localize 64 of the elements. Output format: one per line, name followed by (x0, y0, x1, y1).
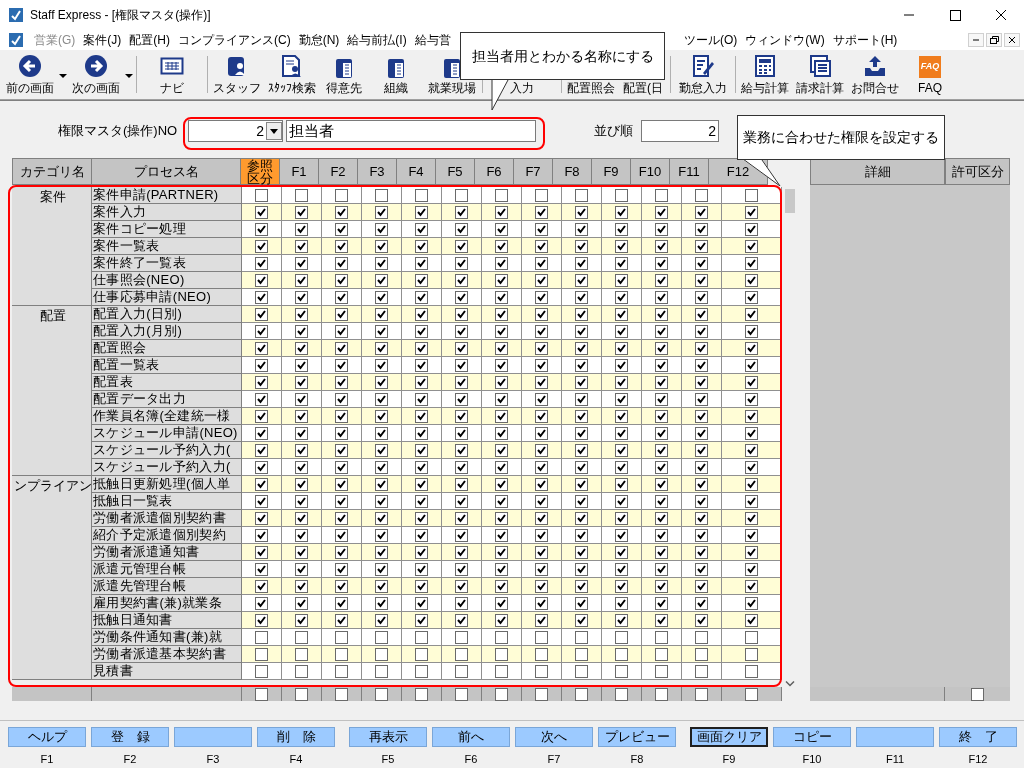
column-header: F5 (435, 158, 475, 185)
column-header: プロセス名 (91, 158, 241, 185)
key-label: F8 (630, 752, 644, 767)
column-header: F2 (318, 158, 358, 185)
table-cell: ンプライアン (12, 476, 92, 680)
table-cell: 労働者派遣通知書 (92, 544, 242, 561)
table-cell: 見積書 (92, 663, 242, 680)
column-header: 詳細 (810, 158, 945, 185)
field-label: 並び順 (594, 122, 633, 141)
table-cell: 案件終了一覧表 (92, 255, 242, 272)
column-header: F3 (357, 158, 397, 185)
column-header: 許可区分 (945, 158, 1010, 185)
column-header: F6 (474, 158, 514, 185)
table-cell: 仕事応募申請(NEO) (92, 289, 242, 306)
table-cell: 案件コピー処理 (92, 221, 242, 238)
field-label: 権限マスタ(操作)NO (58, 122, 179, 141)
key-label: F3 (206, 752, 220, 767)
table-cell: 案件申請(PARTNER) (92, 187, 242, 204)
key-label: F11 (885, 752, 905, 767)
table-cell: 配置入力(月別) (92, 323, 242, 340)
key-label: F1 (40, 752, 54, 767)
table-cell: 抵触日通知書 (92, 612, 242, 629)
table-cell: 配置入力(日別) (92, 306, 242, 323)
column-header: F7 (513, 158, 553, 185)
table-cell: 作業員名簿(全建統一様 (92, 408, 242, 425)
table-cell: 案件入力 (92, 204, 242, 221)
table-cell: 仕事照会(NEO) (92, 272, 242, 289)
table-cell: スケジュール申請(NEO) (92, 425, 242, 442)
column-header: カテゴリ名 (12, 158, 92, 185)
table-cell: 雇用契約書(兼)就業条 (92, 595, 242, 612)
table-cell: 案件一覧表 (92, 238, 242, 255)
table-cell: スケジュール予約入力( (92, 442, 242, 459)
key-label: F9 (722, 752, 736, 767)
key-label: F10 (802, 752, 822, 767)
table-cell: 抵触日更新処理(個人単 (92, 476, 242, 493)
column-header: F9 (591, 158, 631, 185)
table-cell: 配置データ出力 (92, 391, 242, 408)
key-label: F6 (464, 752, 478, 767)
table-cell: 労働条件通知書(兼)就 (92, 629, 242, 646)
column-header: F11 (669, 158, 709, 185)
key-label: F7 (547, 752, 561, 767)
table-cell: スケジュール予約入力( (92, 459, 242, 476)
key-label: F2 (123, 752, 137, 767)
column-header: F8 (552, 158, 592, 185)
column-header: F4 (396, 158, 436, 185)
column-header: F1 (279, 158, 319, 185)
table-cell: 労働者派遣個別契約書 (92, 510, 242, 527)
table-cell: 配置一覧表 (92, 357, 242, 374)
table-cell: 配置照会 (92, 340, 242, 357)
key-label: F4 (289, 752, 303, 767)
table-cell: 抵触日一覧表 (92, 493, 242, 510)
window-title: Staff Express - [権限マスタ(操作)] (30, 7, 211, 24)
table-cell: 労働者派遣基本契約書 (92, 646, 242, 663)
key-label: F12 (968, 752, 988, 767)
table-cell: 配置表 (92, 374, 242, 391)
table-cell: 紹介予定派遣個別契約 (92, 527, 242, 544)
column-header: F10 (630, 158, 670, 185)
key-label: F5 (381, 752, 395, 767)
table-cell: 派遣元管理台帳 (92, 561, 242, 578)
column-header: 参照区分 (240, 158, 280, 185)
table-cell: 配置 (12, 306, 92, 476)
table-cell: 案件 (12, 187, 92, 306)
table-cell: 派遣先管理台帳 (92, 578, 242, 595)
faq-icon: FAQ (919, 56, 941, 78)
